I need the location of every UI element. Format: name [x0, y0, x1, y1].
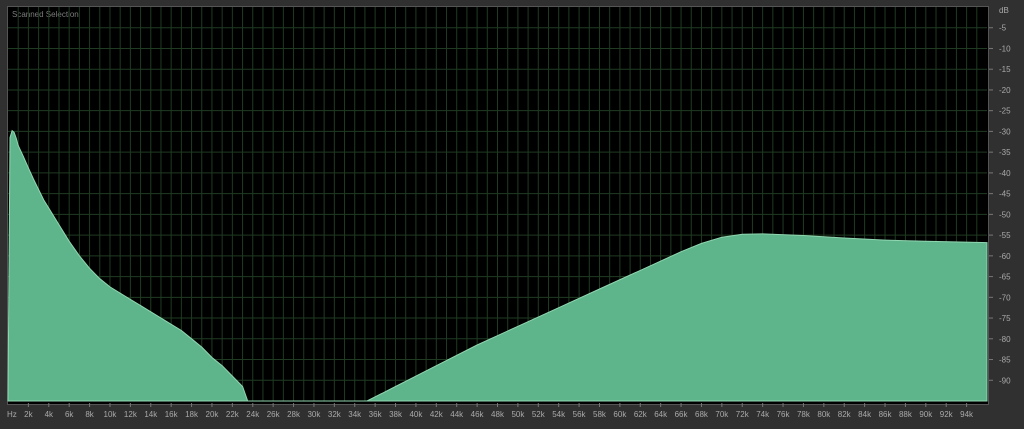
x-tick-label: 28k [287, 410, 301, 419]
x-tick-label: 4k [45, 410, 54, 419]
x-tick-label: 62k [634, 410, 648, 419]
x-tick-label: 94k [960, 410, 974, 419]
x-tick-label: 70k [715, 410, 729, 419]
x-tick-label: 52k [532, 410, 546, 419]
x-tick-label: 56k [573, 410, 587, 419]
x-tick-label: 20k [206, 410, 220, 419]
x-tick-label: 30k [307, 410, 321, 419]
x-tick-label: 78k [797, 410, 811, 419]
y-tick-label: -65 [999, 273, 1011, 282]
y-tick-label: -70 [999, 293, 1011, 302]
x-tick-label: 34k [348, 410, 362, 419]
y-tick-label: -45 [999, 190, 1011, 199]
x-tick-label: 26k [267, 410, 281, 419]
x-tick-label: 92k [940, 410, 954, 419]
x-tick-label: 64k [654, 410, 668, 419]
x-tick-label: 66k [675, 410, 689, 419]
x-tick-label: 36k [369, 410, 383, 419]
y-tick-label: -35 [999, 148, 1011, 157]
y-tick-label: -90 [999, 376, 1011, 385]
x-tick-label: 88k [899, 410, 913, 419]
x-tick-label: 8k [85, 410, 94, 419]
x-tick-label: 72k [736, 410, 750, 419]
x-tick-label: 2k [24, 410, 33, 419]
x-tick-label: 44k [450, 410, 464, 419]
x-tick-label: 6k [65, 410, 74, 419]
spectrum-chart: Hz 2k 4k 6k 8k 10k 12k 14k 16k 18k 20k 22k 24k 26k 28k… [7, 6, 1011, 419]
x-tick-label: 58k [593, 410, 607, 419]
x-tick-label: 40k [409, 410, 423, 419]
x-tick-label: 14k [144, 410, 158, 419]
y-axis-label: dB [999, 6, 1009, 15]
x-axis-label: Hz [7, 410, 17, 419]
spectrum-panel: Scanned Selection Hz 2k 4k 6k 8k 10k 12k 14k 16k… [0, 0, 1024, 429]
x-tick-label: 80k [817, 410, 831, 419]
y-tick-label: -75 [999, 314, 1011, 323]
y-tick-label: -40 [999, 169, 1011, 178]
x-tick-label: 32k [328, 410, 342, 419]
y-tick-label: -50 [999, 210, 1011, 219]
y-tick-label: -20 [999, 86, 1011, 95]
y-tick-label: -30 [999, 127, 1011, 136]
x-tick-label: 38k [389, 410, 403, 419]
x-tick-label: 24k [246, 410, 260, 419]
y-tick-label: -55 [999, 231, 1011, 240]
x-tick-label: 76k [777, 410, 791, 419]
x-tick-label: 68k [695, 410, 709, 419]
y-tick-label: -25 [999, 107, 1011, 116]
x-tick-label: 22k [226, 410, 240, 419]
x-tick-label: 82k [838, 410, 852, 419]
x-tick-label: 18k [185, 410, 199, 419]
y-tick-label: -85 [999, 356, 1011, 365]
x-tick-label: 90k [919, 410, 933, 419]
y-tick-label: -15 [999, 65, 1011, 74]
y-tick-label: -10 [999, 44, 1011, 53]
x-tick-label: 60k [613, 410, 627, 419]
x-tick-label: 12k [124, 410, 138, 419]
x-tick-label: 16k [165, 410, 179, 419]
x-tick-label: 74k [756, 410, 770, 419]
x-tick-label: 48k [491, 410, 505, 419]
x-tick-label: 50k [511, 410, 525, 419]
x-tick-label: 46k [471, 410, 485, 419]
y-tick-label: -60 [999, 252, 1011, 261]
x-tick-label: 10k [104, 410, 118, 419]
x-tick-label: 42k [430, 410, 444, 419]
y-tick-label: -5 [999, 24, 1007, 33]
x-tick-label: 54k [552, 410, 566, 419]
y-tick-label: -80 [999, 335, 1011, 344]
x-tick-label: 86k [879, 410, 893, 419]
x-tick-label: 84k [858, 410, 872, 419]
